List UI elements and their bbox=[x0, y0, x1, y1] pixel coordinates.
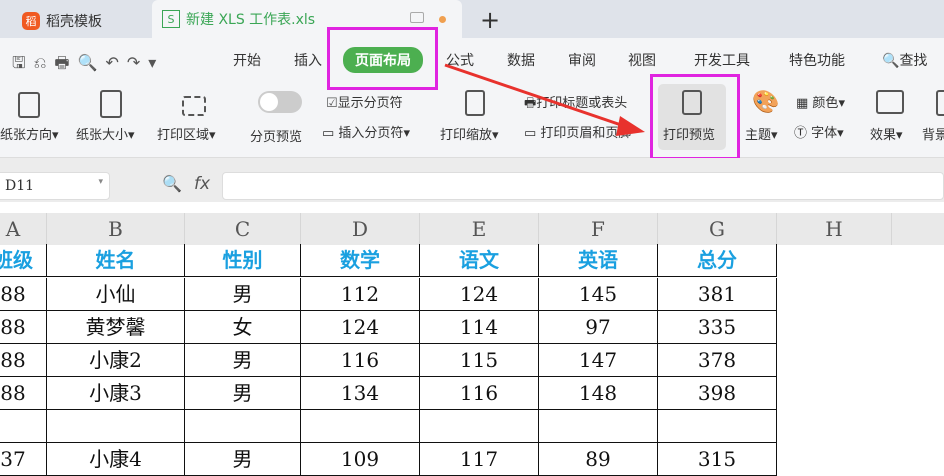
table-cell[interactable]: 112 bbox=[301, 278, 420, 311]
highlight-box bbox=[650, 74, 740, 160]
page-break-toggle[interactable] bbox=[258, 91, 302, 113]
table-cell[interactable]: 398 bbox=[658, 377, 777, 410]
table-cell[interactable] bbox=[539, 410, 658, 443]
column-header-C[interactable]: C bbox=[185, 213, 301, 245]
header-cell[interactable]: 姓名 bbox=[47, 244, 185, 277]
search-button[interactable]: 🔍查找 bbox=[882, 50, 927, 70]
header-cell[interactable]: 总分 bbox=[658, 244, 777, 277]
table-cell[interactable]: 男 bbox=[185, 377, 301, 410]
table-cell[interactable] bbox=[658, 410, 777, 443]
background-icon bbox=[936, 90, 944, 116]
header-cell[interactable]: 语文 bbox=[420, 244, 539, 277]
table-cell[interactable]: 116 bbox=[301, 344, 420, 377]
orientation-button[interactable]: 纸张方向▾ bbox=[0, 124, 59, 143]
table-cell[interactable] bbox=[420, 410, 539, 443]
print-area-button[interactable]: 打印区域▾ bbox=[157, 124, 216, 143]
tab-label: 稻壳模板 bbox=[46, 14, 102, 30]
orientation-icon bbox=[18, 92, 40, 118]
table-cell[interactable]: 381 bbox=[658, 278, 777, 311]
table-cell[interactable]: 147 bbox=[539, 344, 658, 377]
paper-size-icon bbox=[100, 90, 122, 118]
table-cell[interactable]: 黄梦馨 bbox=[47, 311, 185, 344]
table-cell[interactable]: 134 bbox=[301, 377, 420, 410]
spreadsheet-icon: S bbox=[162, 10, 180, 28]
table-cell[interactable]: 88 bbox=[0, 344, 47, 377]
fx-icon[interactable]: fx bbox=[194, 174, 210, 194]
menu-developer[interactable]: 开发工具 bbox=[694, 50, 750, 70]
table-cell[interactable]: 小康2 bbox=[47, 344, 185, 377]
table-cell[interactable]: 124 bbox=[420, 278, 539, 311]
unsaved-dot-icon bbox=[439, 16, 446, 23]
menu-home[interactable]: 开始 bbox=[233, 50, 261, 70]
table-cell[interactable]: 88 bbox=[0, 278, 47, 311]
table-cell[interactable] bbox=[0, 410, 47, 443]
tab-label: 新建 XLS 工作表.xls bbox=[186, 12, 316, 28]
table-cell[interactable]: 男 bbox=[185, 278, 301, 311]
effects-icon bbox=[876, 90, 904, 114]
table-cell[interactable]: 小仙 bbox=[47, 278, 185, 311]
table-cell[interactable]: 335 bbox=[658, 311, 777, 344]
column-header-H[interactable]: H bbox=[777, 213, 892, 245]
docer-logo-icon: 稻 bbox=[22, 12, 40, 30]
table-cell[interactable]: 88 bbox=[0, 311, 47, 344]
header-cell[interactable]: 英语 bbox=[539, 244, 658, 277]
menu-special[interactable]: 特色功能 bbox=[789, 50, 845, 70]
show-page-breaks-checkbox[interactable]: ☑显示分页符 bbox=[326, 92, 403, 111]
table-cell[interactable]: 男 bbox=[185, 344, 301, 377]
table-cell[interactable] bbox=[185, 410, 301, 443]
table-cell[interactable] bbox=[47, 410, 185, 443]
table-cell[interactable]: 小康3 bbox=[47, 377, 185, 410]
zoom-formula-icon[interactable]: 🔍 bbox=[162, 174, 182, 193]
table-cell[interactable]: 115 bbox=[420, 344, 539, 377]
header-cell[interactable]: 班级 bbox=[0, 244, 47, 277]
column-header-A[interactable]: A bbox=[0, 213, 47, 245]
print-area-icon bbox=[182, 96, 206, 116]
name-box[interactable]: D11 ▾ bbox=[0, 172, 110, 200]
background-button[interactable]: 背景 bbox=[922, 124, 944, 143]
table-cell[interactable]: 88 bbox=[0, 377, 47, 410]
menu-insert[interactable]: 插入 bbox=[294, 50, 322, 70]
new-tab-button[interactable]: + bbox=[480, 6, 500, 34]
column-header-E[interactable]: E bbox=[420, 213, 539, 245]
table-cell[interactable]: 97 bbox=[539, 311, 658, 344]
column-header-B[interactable]: B bbox=[47, 213, 185, 245]
column-header-F[interactable]: F bbox=[539, 213, 658, 245]
formula-input[interactable] bbox=[222, 172, 944, 200]
search-icon: 🔍 bbox=[882, 53, 900, 69]
theme-button[interactable]: 主题▾ bbox=[745, 124, 778, 143]
table-cell[interactable]: 124 bbox=[301, 311, 420, 344]
search-label: 查找 bbox=[899, 53, 928, 69]
table-cell[interactable] bbox=[301, 410, 420, 443]
quick-access-toolbar[interactable]: 🖫⎌🖶🔍↶↷▾ bbox=[12, 52, 164, 79]
header-cell[interactable]: 数学 bbox=[301, 244, 420, 277]
palette-icon: 🎨 bbox=[752, 90, 780, 115]
insert-page-break-button[interactable]: ▭ 插入分页符▾ bbox=[322, 122, 410, 141]
table-cell[interactable]: 148 bbox=[539, 377, 658, 410]
column-header-D[interactable]: D bbox=[301, 213, 420, 245]
table-cell[interactable]: 378 bbox=[658, 344, 777, 377]
highlight-box bbox=[327, 27, 438, 90]
page-break-preview-label: 分页预览 bbox=[250, 130, 303, 145]
monitor-icon[interactable] bbox=[410, 12, 424, 23]
table-cell[interactable]: 116 bbox=[420, 377, 539, 410]
table-cell[interactable]: 114 bbox=[420, 311, 539, 344]
paper-size-button[interactable]: 纸张大小▾ bbox=[76, 124, 135, 143]
tab-docer-templates[interactable]: 稻稻壳模板 bbox=[6, 4, 148, 38]
colors-button[interactable]: ▦ 颜色▾ bbox=[796, 92, 845, 111]
header-cell[interactable]: 性别 bbox=[185, 244, 301, 277]
table-cell[interactable]: 145 bbox=[539, 278, 658, 311]
table-cell[interactable]: 女 bbox=[185, 311, 301, 344]
column-header-G[interactable]: G bbox=[658, 213, 777, 245]
effects-button[interactable]: 效果▾ bbox=[870, 124, 903, 143]
red-arrow bbox=[444, 63, 645, 136]
fonts-button[interactable]: Ⓣ 字体▾ bbox=[794, 122, 844, 141]
